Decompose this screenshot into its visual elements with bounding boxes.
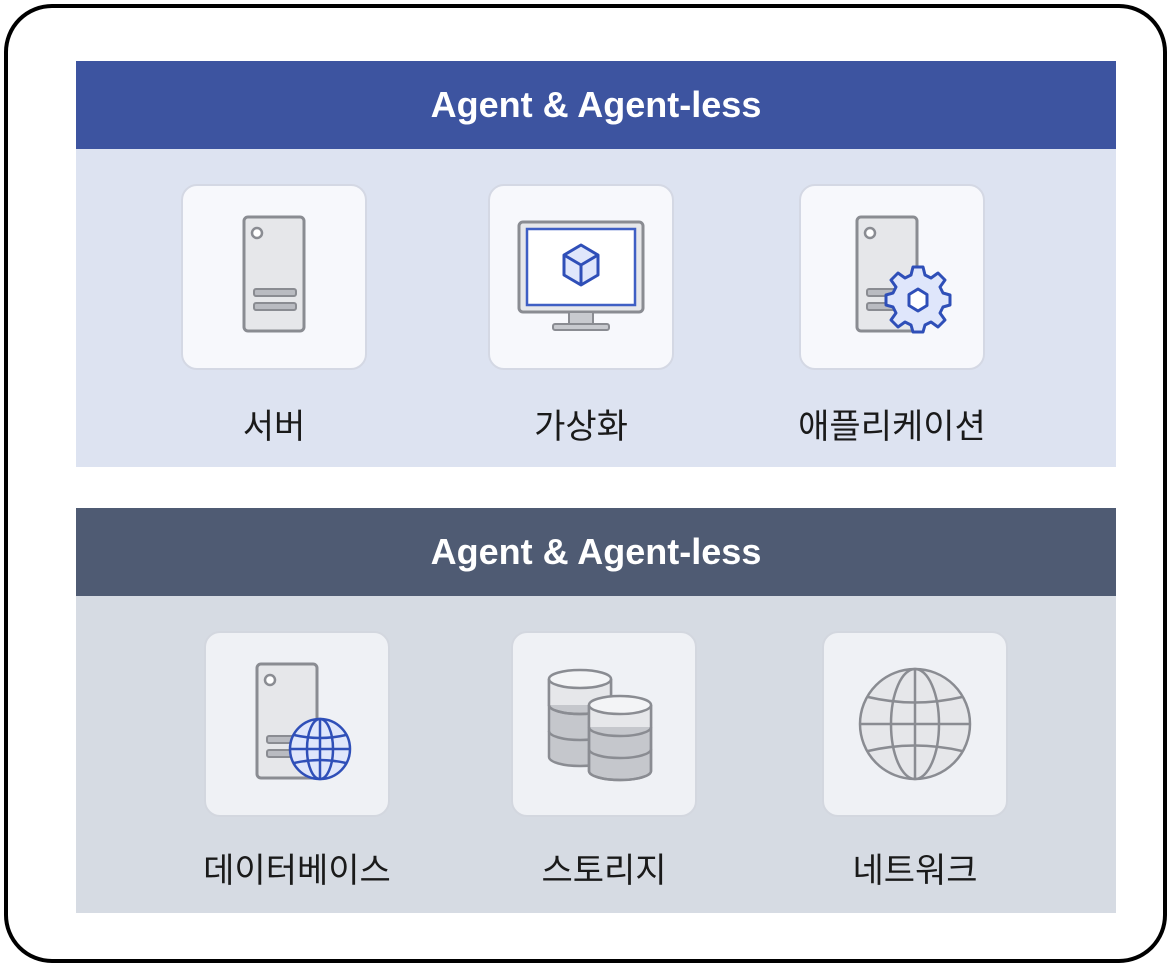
- application-label: 애플리케이션: [798, 407, 986, 447]
- section-body: 서버 가상화 애플리케이션: [76, 149, 1116, 467]
- storage-icon: [547, 668, 653, 782]
- server-icon: [242, 215, 306, 333]
- virtualization-card[interactable]: [488, 184, 674, 370]
- section-title: Agent & Agent-less: [76, 61, 1116, 149]
- storage-card[interactable]: [511, 631, 697, 817]
- database-label: 데이터베이스: [203, 851, 391, 891]
- virtual-monitor-icon: [517, 220, 645, 331]
- application-card[interactable]: [799, 184, 985, 370]
- storage-label: 스토리지: [541, 851, 667, 891]
- network-card[interactable]: [822, 631, 1008, 817]
- database-card[interactable]: [204, 631, 390, 817]
- section-body: 데이터베이스 스토리지 네트워크: [76, 596, 1116, 913]
- virtualization-label: 가상화: [534, 407, 628, 447]
- server-gear-icon: [855, 215, 952, 334]
- server-globe-icon: [255, 662, 352, 781]
- globe-icon: [858, 667, 972, 781]
- agent-section-bottom: Agent & Agent-less 데이터베이스 스토리지 네트워크: [76, 508, 1116, 913]
- server-card[interactable]: [181, 184, 367, 370]
- network-label: 네트워크: [852, 851, 978, 891]
- section-title: Agent & Agent-less: [76, 508, 1116, 596]
- agent-section-top: Agent & Agent-less 서버 가상화 애플리케이션: [76, 61, 1116, 467]
- server-label: 서버: [242, 407, 306, 447]
